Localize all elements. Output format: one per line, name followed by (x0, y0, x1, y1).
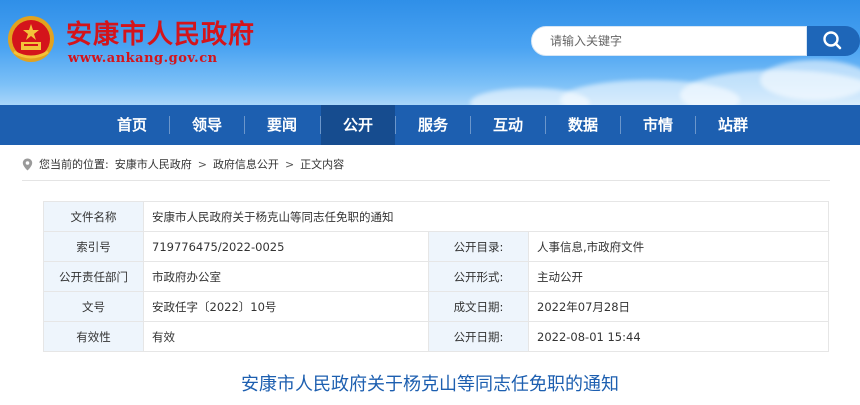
written-date-value: 2022年07月28日 (528, 291, 829, 322)
validity-label: 有效性 (43, 321, 144, 352)
breadcrumb-item-disclosure[interactable]: 政府信息公开 (213, 156, 279, 172)
national-emblem-icon[interactable] (6, 14, 56, 64)
file-name-value: 安康市人民政府关于杨克山等同志任免职的通知 (143, 201, 829, 232)
nav-item-home[interactable]: 首页 (95, 105, 169, 145)
site-url[interactable]: www.ankang.gov.cn (68, 51, 218, 66)
catalog-label: 公开目录: (428, 231, 529, 262)
table-row: 公开责任部门 市政府办公室 公开形式: 主动公开 (43, 261, 829, 292)
nav-item-public[interactable]: 公开 (321, 105, 395, 145)
table-row: 文号 安政任字〔2022〕10号 成文日期: 2022年07月28日 (43, 291, 829, 322)
file-name-label: 文件名称 (43, 201, 144, 232)
doc-number-label: 文号 (43, 291, 144, 322)
nav-item-leaders[interactable]: 领导 (170, 105, 244, 145)
index-label: 索引号 (43, 231, 144, 262)
breadcrumb-item-home[interactable]: 安康市人民政府 (115, 156, 192, 172)
table-row: 索引号 719776475/2022-0025 公开目录: 人事信息,市政府文件 (43, 231, 829, 262)
breadcrumb-separator: > (197, 157, 207, 171)
doc-number-value: 安政任字〔2022〕10号 (143, 291, 429, 322)
document-info-table: 文件名称 安康市人民政府关于杨克山等同志任免职的通知 索引号 719776475… (43, 201, 829, 352)
table-row: 有效性 有效 公开日期: 2022-08-01 15:44 (43, 321, 829, 352)
publish-date-value: 2022-08-01 15:44 (528, 321, 829, 352)
breadcrumb-prefix: 您当前的位置: (39, 158, 109, 171)
nav-item-site-group[interactable]: 站群 (696, 105, 770, 145)
search-button[interactable] (807, 26, 860, 56)
header-banner: 安康市人民政府 www.ankang.gov.cn 请输入关键字 (0, 0, 860, 105)
form-value: 主动公开 (528, 261, 829, 292)
breadcrumb-separator: > (284, 157, 295, 171)
location-pin-icon (22, 158, 33, 170)
breadcrumb: 您当前的位置: 安康市人民政府 > 政府信息公开 > 正文内容 (22, 155, 344, 173)
form-label: 公开形式: (428, 261, 529, 292)
table-row: 文件名称 安康市人民政府关于杨克山等同志任免职的通知 (43, 201, 829, 232)
nav-item-city-info[interactable]: 市情 (621, 105, 695, 145)
validity-value: 有效 (143, 321, 429, 352)
index-value: 719776475/2022-0025 (143, 231, 429, 262)
written-date-label: 成文日期: (428, 291, 529, 322)
document-title: 安康市人民政府关于杨克山等同志任免职的通知 (241, 374, 619, 395)
breadcrumb-item-current: 正文内容 (300, 158, 345, 171)
publish-date-label: 公开日期: (428, 321, 529, 352)
site-title[interactable]: 安康市人民政府 (66, 14, 255, 51)
nav-item-data[interactable]: 数据 (546, 105, 620, 145)
catalog-value: 人事信息,市政府文件 (528, 231, 829, 262)
nav-item-interact[interactable]: 互动 (471, 105, 545, 145)
search-icon (823, 31, 842, 50)
main-nav: 首页 领导 要闻 公开 服务 互动 数据 市情 站群 (0, 105, 860, 145)
breadcrumb-divider (22, 180, 830, 181)
nav-item-service[interactable]: 服务 (396, 105, 470, 145)
dept-label: 公开责任部门 (43, 261, 144, 292)
search-input[interactable]: 请输入关键字 (531, 26, 807, 56)
dept-value: 市政府办公室 (143, 261, 429, 292)
nav-item-news[interactable]: 要闻 (245, 105, 319, 145)
